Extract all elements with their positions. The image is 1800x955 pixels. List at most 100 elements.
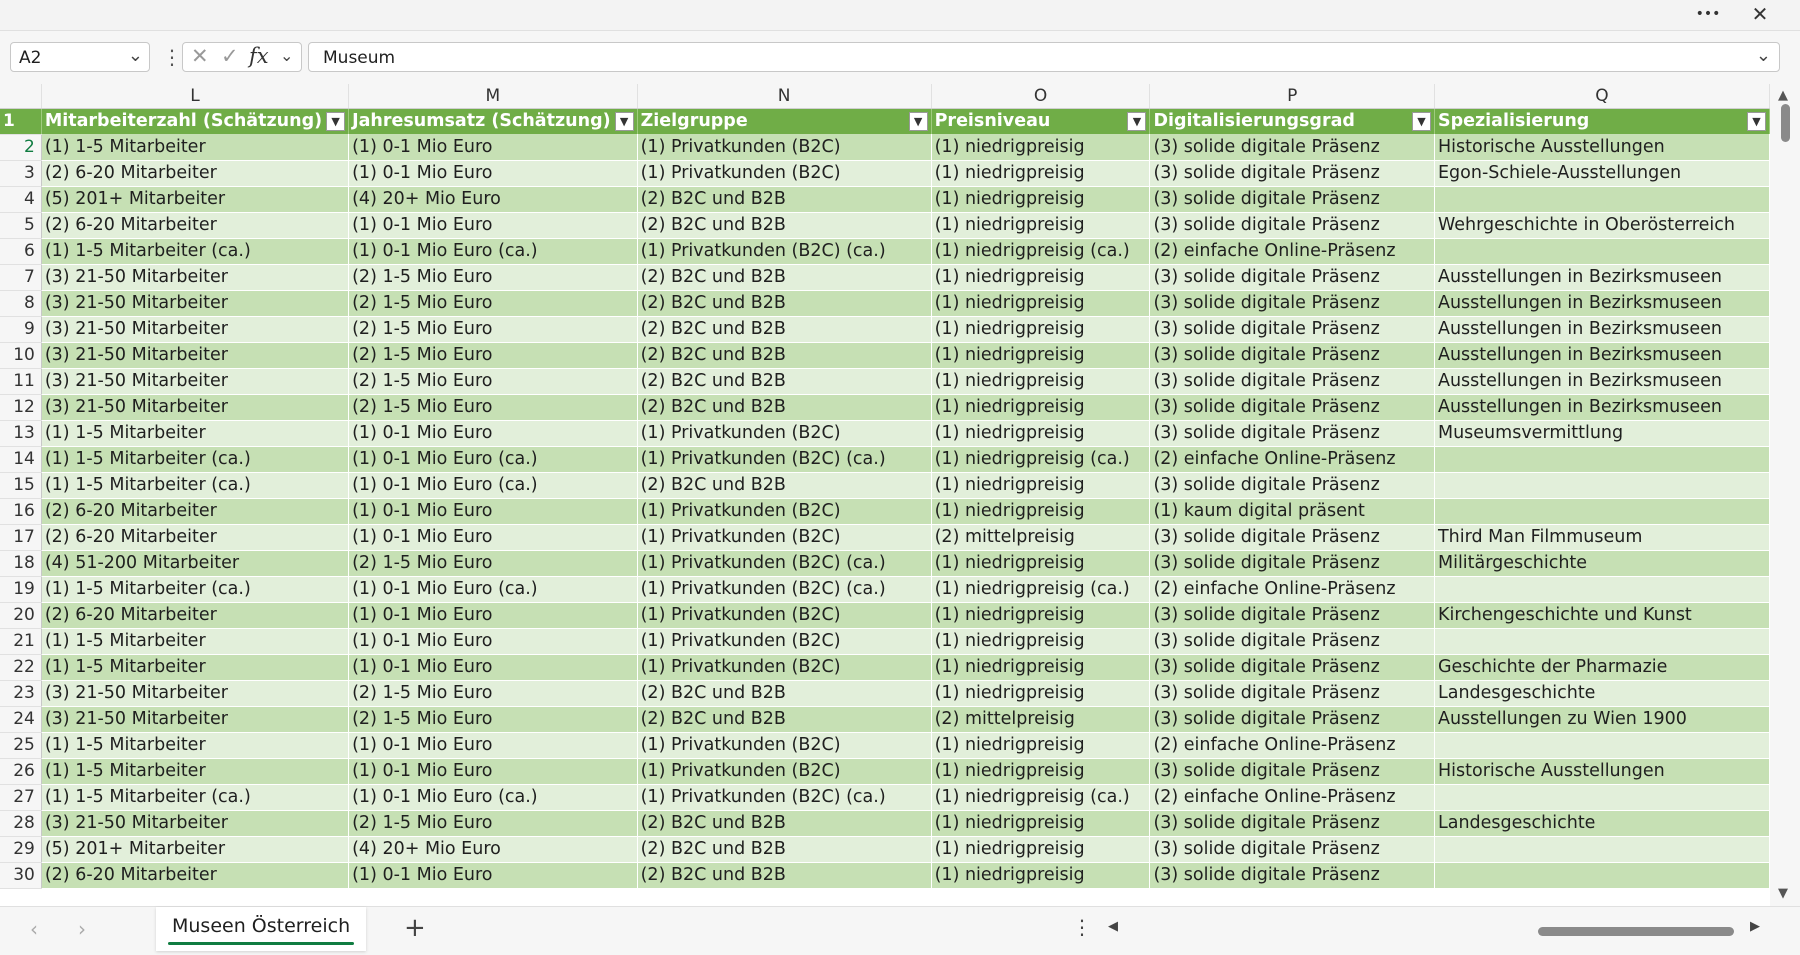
next-sheet-icon[interactable]: ›	[78, 917, 86, 941]
table-cell[interactable]: (1) niedrigpreisig (ca.)	[931, 784, 1151, 811]
insert-function-icon[interactable]: fx	[249, 44, 269, 68]
sheet-tab-museen-oesterreich[interactable]: Museen Österreich	[156, 907, 367, 951]
previous-sheet-icon[interactable]: ‹	[30, 917, 38, 941]
row-header[interactable]: 15	[0, 472, 42, 499]
table-cell[interactable]: (1) 0-1 Mio Euro	[348, 134, 638, 161]
table-cell[interactable]	[1434, 186, 1770, 213]
table-cell[interactable]: (1) Privatkunden (B2C)	[637, 654, 932, 681]
close-icon[interactable]: ✕	[1740, 0, 1780, 30]
row-header[interactable]: 21	[0, 628, 42, 655]
table-cell[interactable]: (2) B2C und B2B	[637, 316, 932, 343]
table-cell[interactable]: (3) 21-50 Mitarbeiter	[41, 706, 350, 733]
row-header[interactable]: 25	[0, 732, 42, 759]
table-cell[interactable]: (2) 1-5 Mio Euro	[348, 680, 638, 707]
table-cell[interactable]: (1) 1-5 Mitarbeiter (ca.)	[41, 576, 350, 603]
row-header[interactable]: 24	[0, 706, 42, 733]
table-cell[interactable]: (3) solide digitale Präsenz	[1149, 316, 1435, 343]
filter-dropdown-icon[interactable]: ▼	[614, 111, 634, 131]
row-header[interactable]: 29	[0, 836, 42, 863]
table-cell[interactable]: Landesgeschichte	[1434, 680, 1770, 707]
table-cell[interactable]: (3) solide digitale Präsenz	[1149, 472, 1435, 499]
table-cell[interactable]	[1434, 836, 1770, 863]
table-cell[interactable]: (4) 20+ Mio Euro	[348, 186, 638, 213]
row-header[interactable]: 13	[0, 420, 42, 447]
table-cell[interactable]: (1) 0-1 Mio Euro	[348, 524, 638, 551]
table-cell[interactable]: (3) solide digitale Präsenz	[1149, 836, 1435, 863]
table-cell[interactable]: (1) 0-1 Mio Euro	[348, 628, 638, 655]
table-cell[interactable]: (1) niedrigpreisig (ca.)	[931, 446, 1151, 473]
table-cell[interactable]: (3) solide digitale Präsenz	[1149, 550, 1435, 577]
column-header-p[interactable]: P	[1149, 84, 1435, 109]
table-cell[interactable]: (4) 20+ Mio Euro	[348, 836, 638, 863]
scroll-up-icon[interactable]: ▲	[1778, 88, 1788, 103]
table-cell[interactable]: (1) niedrigpreisig	[931, 134, 1151, 161]
table-cell[interactable]: Ausstellungen in Bezirksmuseen	[1434, 290, 1770, 317]
formula-options-icon[interactable]: ⋮	[162, 42, 182, 72]
table-cell[interactable]: (3) 21-50 Mitarbeiter	[41, 264, 350, 291]
table-cell[interactable]: (1) niedrigpreisig	[931, 732, 1151, 759]
name-box[interactable]: A2 ⌄	[10, 42, 150, 72]
table-cell[interactable]: Egon-Schiele-Ausstellungen	[1434, 160, 1770, 187]
table-cell[interactable]: (1) 1-5 Mitarbeiter	[41, 420, 350, 447]
filter-dropdown-icon[interactable]: ▼	[1411, 111, 1431, 131]
table-cell[interactable]: (2) einfache Online-Präsenz	[1149, 446, 1435, 473]
table-cell[interactable]: (2) 6-20 Mitarbeiter	[41, 212, 350, 239]
horizontal-scroll-thumb[interactable]	[1538, 927, 1734, 936]
row-header[interactable]: 1	[0, 108, 42, 135]
table-cell[interactable]: (2) 1-5 Mio Euro	[348, 394, 638, 421]
table-cell[interactable]: (3) solide digitale Präsenz	[1149, 758, 1435, 785]
horizontal-scrollbar[interactable]: ◀ ▶	[1100, 915, 1770, 945]
table-cell[interactable]: (1) niedrigpreisig	[931, 680, 1151, 707]
column-header-o[interactable]: O	[931, 84, 1151, 109]
table-cell[interactable]: (1) 1-5 Mitarbeiter (ca.)	[41, 784, 350, 811]
table-cell[interactable]: (1) niedrigpreisig	[931, 420, 1151, 447]
row-header[interactable]: 20	[0, 602, 42, 629]
table-cell[interactable]: Historische Ausstellungen	[1434, 134, 1770, 161]
table-cell[interactable]: (1) 1-5 Mitarbeiter (ca.)	[41, 238, 350, 265]
row-header[interactable]: 22	[0, 654, 42, 681]
table-cell[interactable]: (3) 21-50 Mitarbeiter	[41, 680, 350, 707]
table-cell[interactable]: (1) niedrigpreisig	[931, 342, 1151, 369]
chevron-down-icon[interactable]: ⌄	[128, 45, 143, 66]
table-cell[interactable]: (2) B2C und B2B	[637, 342, 932, 369]
table-cell[interactable]	[1434, 732, 1770, 759]
table-cell[interactable]: (1) 0-1 Mio Euro (ca.)	[348, 446, 638, 473]
table-cell[interactable]: (1) Privatkunden (B2C)	[637, 498, 932, 525]
scroll-right-icon[interactable]: ▶	[1750, 919, 1760, 934]
table-cell[interactable]: (1) Privatkunden (B2C)	[637, 524, 932, 551]
table-cell[interactable]: (2) mittelpreisig	[931, 524, 1151, 551]
table-cell[interactable]: (2) B2C und B2B	[637, 186, 932, 213]
table-cell[interactable]: (2) 1-5 Mio Euro	[348, 550, 638, 577]
table-cell[interactable]: (1) kaum digital präsent	[1149, 498, 1435, 525]
table-cell[interactable]: (1) niedrigpreisig	[931, 862, 1151, 889]
table-cell[interactable]: (2) 6-20 Mitarbeiter	[41, 524, 350, 551]
table-cell[interactable]: (2) 1-5 Mio Euro	[348, 316, 638, 343]
table-cell[interactable]: (1) 0-1 Mio Euro	[348, 160, 638, 187]
table-cell[interactable]	[1434, 862, 1770, 889]
table-cell[interactable]: (1) 1-5 Mitarbeiter (ca.)	[41, 446, 350, 473]
table-cell[interactable]: (1) 0-1 Mio Euro	[348, 212, 638, 239]
table-cell[interactable]: (3) 21-50 Mitarbeiter	[41, 810, 350, 837]
more-options-icon[interactable]: •••	[1688, 0, 1728, 30]
row-header[interactable]: 9	[0, 316, 42, 343]
table-cell[interactable]: (1) Privatkunden (B2C) (ca.)	[637, 446, 932, 473]
row-header[interactable]: 12	[0, 394, 42, 421]
table-cell[interactable]	[1434, 628, 1770, 655]
table-cell[interactable]: (1) Privatkunden (B2C) (ca.)	[637, 238, 932, 265]
table-cell[interactable]: (2) B2C und B2B	[637, 212, 932, 239]
row-header[interactable]: 4	[0, 186, 42, 213]
table-cell[interactable]: Geschichte der Pharmazie	[1434, 654, 1770, 681]
table-cell[interactable]: (3) solide digitale Präsenz	[1149, 290, 1435, 317]
chevron-down-icon[interactable]: ⌄	[280, 46, 293, 65]
scroll-left-icon[interactable]: ◀	[1108, 919, 1118, 934]
table-cell[interactable]: (1) 0-1 Mio Euro (ca.)	[348, 238, 638, 265]
table-cell[interactable]: (1) Privatkunden (B2C)	[637, 732, 932, 759]
row-header[interactable]: 11	[0, 368, 42, 395]
row-header[interactable]: 14	[0, 446, 42, 473]
select-all-corner[interactable]	[0, 84, 42, 109]
table-cell[interactable]: Ausstellungen in Bezirksmuseen	[1434, 368, 1770, 395]
table-cell[interactable]: (2) B2C und B2B	[637, 368, 932, 395]
table-cell[interactable]: (1) niedrigpreisig	[931, 654, 1151, 681]
table-cell[interactable]: (3) solide digitale Präsenz	[1149, 212, 1435, 239]
table-cell[interactable]: (2) 6-20 Mitarbeiter	[41, 160, 350, 187]
